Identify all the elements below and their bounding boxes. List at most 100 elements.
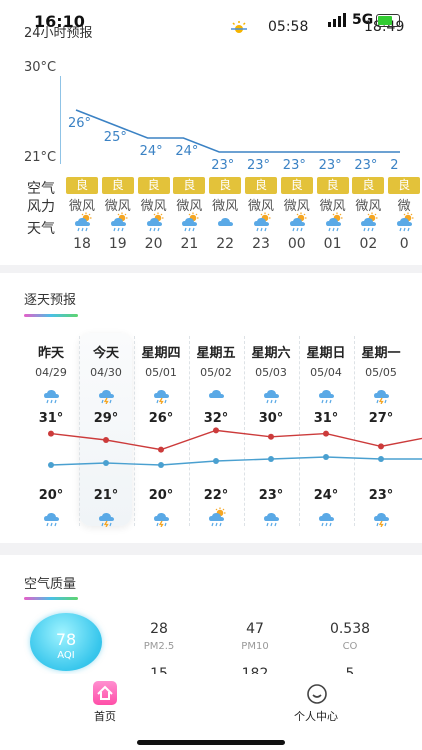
aqi-chip: 良 (388, 177, 421, 194)
sunrise-icon (229, 18, 249, 37)
low-temp-point (103, 460, 109, 466)
pm25-label: PM2.5 (143, 641, 175, 652)
day-low-temp: 23° (368, 488, 394, 503)
pm10-value: 47 (246, 621, 264, 637)
day-low-temp: 20° (38, 488, 64, 503)
thunder-rain-icon (133, 507, 189, 531)
day-name: 星期六 (251, 346, 291, 361)
high-temp-point (268, 433, 274, 440)
hourly-temp-label: 23° (282, 158, 306, 173)
thunder-rain-icon (78, 507, 134, 531)
wind-row-label: 风力 (27, 199, 55, 215)
rain-icon (243, 507, 299, 531)
tab-bar: 首页 个人中心 (0, 674, 422, 750)
pm25-value: 28 (150, 621, 168, 637)
sunrise-time: 05:58 (268, 19, 309, 35)
day-date: 05/04 (310, 366, 342, 379)
smile-icon (306, 683, 328, 709)
home-icon (93, 681, 117, 705)
cloudy-sun-icon (350, 212, 386, 236)
status-time: 16:10 (34, 12, 85, 31)
aqi-chip: 良 (352, 177, 385, 194)
high-temp-point (158, 446, 164, 453)
high-temp-point (48, 430, 54, 437)
home-indicator (137, 740, 285, 745)
rain-icon (23, 507, 79, 531)
cloudy-sun-icon (188, 507, 244, 531)
aqi-badge[interactable]: 78 AQI (30, 613, 102, 671)
low-temp-point (48, 462, 54, 468)
status-bar: 16:10 05:58 5G 18:49 (0, 0, 422, 40)
hourly-temp-label: 25° (103, 130, 127, 145)
cloudy-sun-icon (136, 212, 172, 236)
day-low-temp: 20° (148, 488, 174, 503)
rain-icon (298, 507, 354, 531)
hour-label: 20 (144, 236, 163, 252)
thunder-rain-icon (353, 507, 409, 531)
cloudy-sun-icon (100, 212, 136, 236)
high-temp-point (103, 437, 109, 443)
daily-temp-chart (48, 427, 422, 468)
aqi-value: 78 (55, 630, 77, 649)
air-underline (24, 597, 78, 600)
day-name: 昨天 (37, 346, 64, 361)
day-name: 今天 (92, 346, 119, 361)
hour-label: 02 (359, 236, 378, 252)
aqi-label: AQI (57, 650, 75, 661)
day-low-temp: 21° (93, 488, 119, 503)
aqi-chip: 良 (173, 177, 206, 194)
hour-label: 0 (399, 236, 409, 252)
daily-underline (24, 314, 78, 317)
aqi-row-label: 空气 (27, 181, 55, 197)
co-label: CO (342, 641, 358, 652)
low-temp-point (378, 456, 384, 462)
high-temp-point (323, 430, 329, 437)
day-date: 04/30 (90, 366, 122, 379)
hourly-temp-label: 23° (318, 158, 342, 173)
aqi-chip: 良 (316, 177, 349, 194)
day-low-temp: 22° (203, 488, 229, 503)
day-name: 星期五 (196, 346, 236, 361)
aqi-chip: 良 (66, 177, 98, 194)
air-title: 空气质量 (24, 577, 77, 592)
low-temp-point (323, 454, 329, 460)
hour-label: 00 (287, 236, 306, 252)
cloudy-sun-icon (243, 212, 279, 236)
pm10-label: PM10 (241, 641, 269, 652)
tab-profile[interactable]: 个人中心 (286, 678, 346, 728)
tab-home[interactable]: 首页 (87, 678, 123, 728)
day-date: 05/05 (365, 366, 397, 379)
co-value: 0.538 (329, 621, 371, 637)
cloudy-sun-icon (171, 212, 207, 236)
battery-icon (376, 14, 400, 27)
hour-label: 18 (73, 236, 91, 252)
cloudy-sun-icon (279, 212, 315, 236)
hour-label: 21 (180, 236, 199, 252)
day-name: 星期一 (361, 346, 401, 361)
hourly-temp-label: 24° (175, 144, 199, 159)
aqi-chip: 良 (209, 177, 242, 194)
hour-label: 19 (108, 236, 127, 252)
aqi-chip: 良 (245, 177, 277, 194)
tab-profile-label: 个人中心 (294, 710, 338, 723)
aqi-chip: 良 (101, 177, 134, 194)
day-name: 星期四 (141, 346, 181, 361)
weather-row-label: 天气 (27, 221, 55, 237)
day-name: 星期日 (306, 346, 346, 361)
cloud-icon (207, 212, 243, 236)
hourly-temp-label: 23° (354, 158, 378, 173)
cloudy-sun-icon (386, 212, 422, 236)
day-date: 05/01 (145, 366, 177, 379)
aqi-chip: 良 (280, 177, 313, 194)
tab-home-label: 首页 (94, 710, 116, 723)
hourly-temp-label: 2 (390, 158, 399, 173)
low-temp-point (213, 458, 219, 464)
hourly-temp-label: 23° (211, 158, 235, 173)
signal-icon (328, 12, 348, 31)
hourly-temp-label: 24° (139, 144, 163, 159)
day-low-temp: 24° (313, 488, 339, 503)
aqi-chip: 良 (137, 177, 170, 194)
low-temp-point (268, 456, 274, 462)
hourly-temp-label: 26° (68, 116, 92, 131)
cloudy-sun-icon (315, 212, 351, 236)
